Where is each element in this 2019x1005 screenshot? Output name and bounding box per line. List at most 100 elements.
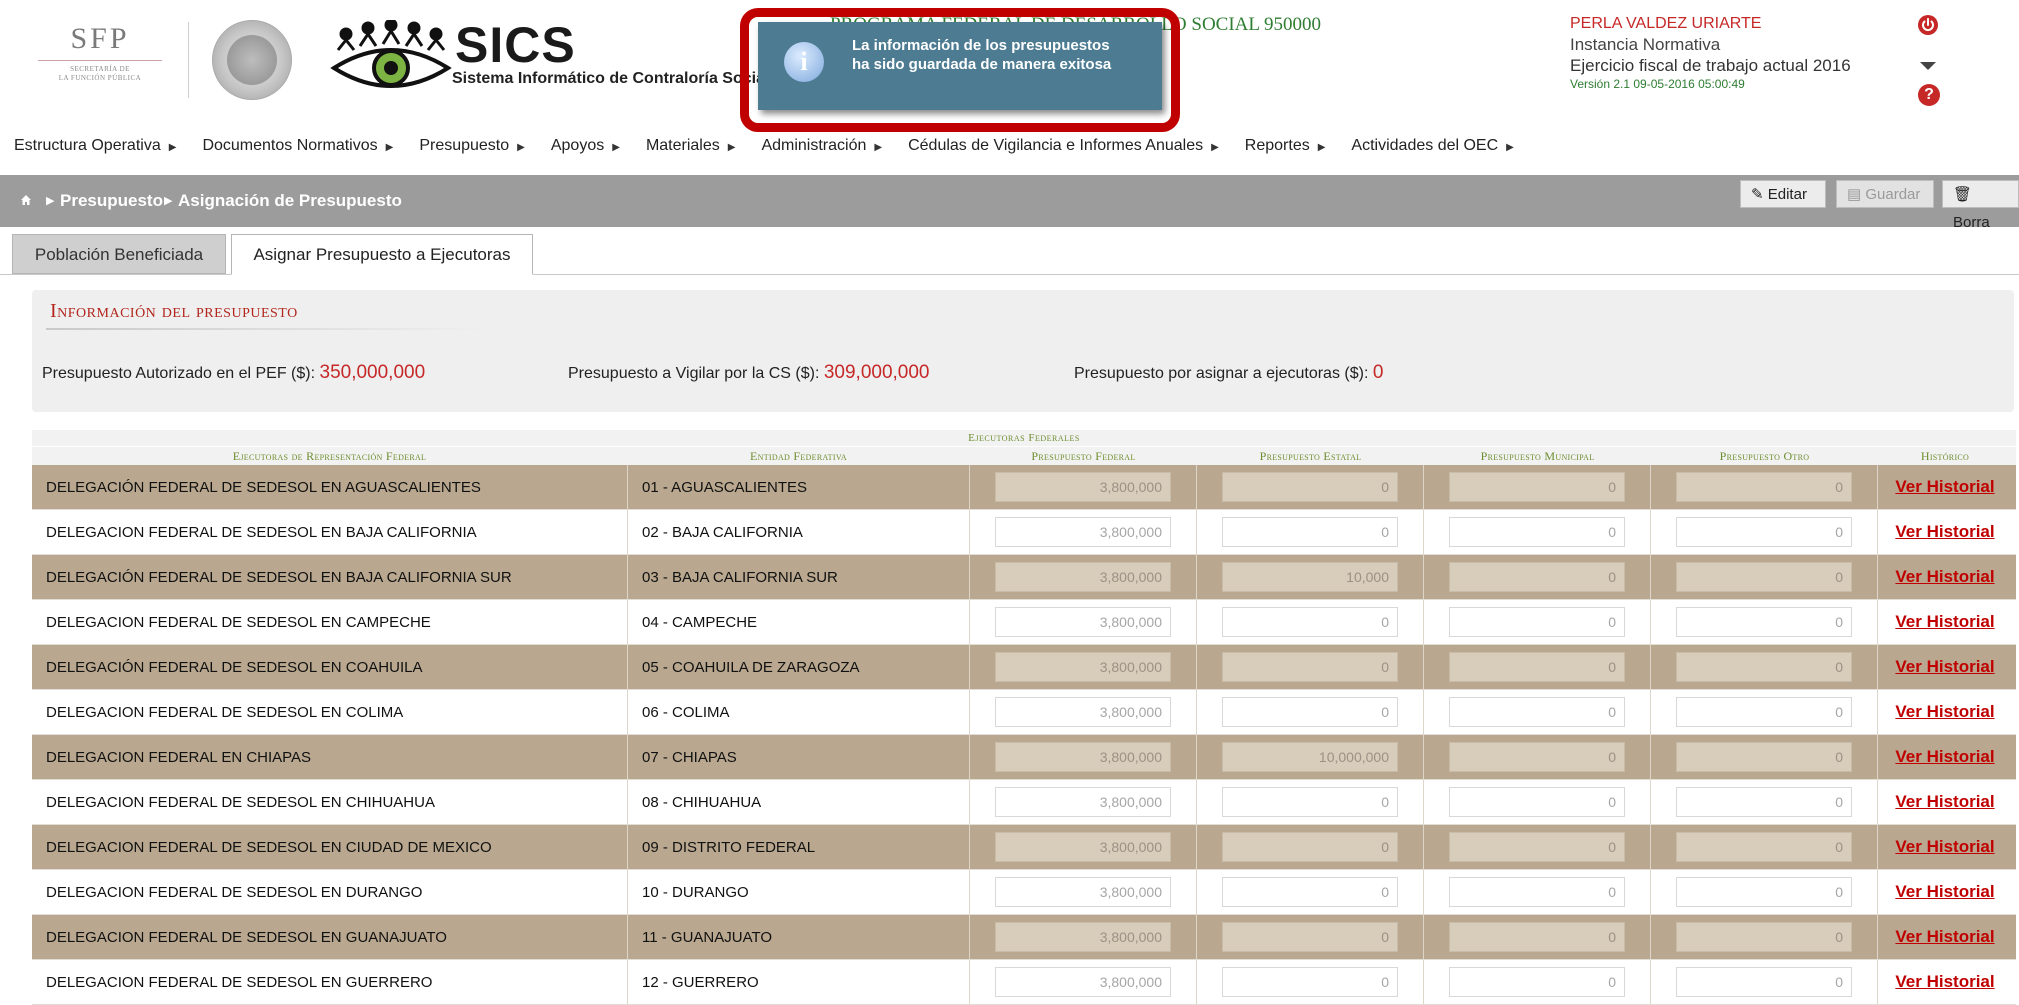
table-row: DELEGACION FEDERAL DE SEDESOL EN CIUDAD … (32, 825, 2016, 870)
presupuesto-estatal-input[interactable] (1222, 922, 1398, 952)
unassigned-budget-value: 0 (1372, 362, 1384, 383)
tab-asignar-presupuesto[interactable]: Asignar Presupuesto a Ejecutoras (231, 234, 533, 275)
presupuesto-estatal-input[interactable] (1222, 472, 1398, 502)
menu-estructura-operativa[interactable]: Estructura Operativa ▶ (14, 137, 176, 155)
presupuesto-estatal-input[interactable] (1222, 877, 1398, 907)
table-header: Ejecutoras de Representación Federal Ent… (32, 447, 2016, 465)
presupuesto-municipal-input[interactable] (1449, 967, 1625, 997)
presupuesto-otro-input[interactable] (1676, 742, 1852, 772)
presupuesto-estatal-input[interactable] (1222, 517, 1398, 547)
presupuesto-otro-input[interactable] (1676, 517, 1852, 547)
menu-arrow-icon: ▶ (1317, 142, 1326, 153)
ejecutora-cell: DELEGACIÓN FEDERAL DE SEDESOL EN AGUASCA… (46, 478, 481, 496)
edit-button[interactable]: ✎ Editar (1740, 180, 1826, 208)
ver-historial-link[interactable]: Ver Historial (1895, 477, 1994, 496)
ver-historial-link[interactable]: Ver Historial (1895, 702, 1994, 721)
presupuesto-estatal-input[interactable] (1222, 832, 1398, 862)
menu-actividades-oec[interactable]: Actividades del OEC ▶ (1351, 137, 1513, 155)
menu-administracion[interactable]: Administración ▶ (761, 137, 882, 155)
presupuesto-federal-input[interactable] (995, 877, 1171, 907)
presupuesto-otro-input[interactable] (1676, 877, 1852, 907)
presupuesto-federal-input[interactable] (995, 517, 1171, 547)
breadcrumb-presupuesto[interactable]: Presupuesto (60, 191, 163, 211)
presupuesto-federal-input[interactable] (995, 787, 1171, 817)
caret-down-icon[interactable] (1920, 62, 1936, 70)
power-icon[interactable] (1917, 14, 1939, 36)
presupuesto-municipal-input[interactable] (1449, 517, 1625, 547)
presupuesto-estatal-input[interactable] (1222, 742, 1398, 772)
presupuesto-estatal-input[interactable] (1222, 967, 1398, 997)
presupuesto-otro-input[interactable] (1676, 472, 1852, 502)
presupuesto-federal-input[interactable] (995, 832, 1171, 862)
presupuesto-municipal-input[interactable] (1449, 652, 1625, 682)
success-toast[interactable]: i La información de los presupuestos ha … (758, 22, 1162, 110)
presupuesto-federal-input[interactable] (995, 922, 1171, 952)
presupuesto-estatal-input[interactable] (1222, 697, 1398, 727)
menu-materiales[interactable]: Materiales ▶ (646, 137, 736, 155)
col-otro: Presupuesto Otro (1719, 449, 1810, 463)
col-historico: Histórico (1920, 449, 1970, 463)
ejecutora-cell: DELEGACION FEDERAL DE SEDESOL EN CHIHUAH… (46, 793, 435, 811)
ver-historial-link[interactable]: Ver Historial (1895, 927, 1994, 946)
table-row: DELEGACION FEDERAL DE SEDESOL EN DURANGO… (32, 870, 2016, 915)
presupuesto-municipal-input[interactable] (1449, 922, 1625, 952)
presupuesto-otro-input[interactable] (1676, 697, 1852, 727)
presupuesto-otro-input[interactable] (1676, 562, 1852, 592)
presupuesto-federal-input[interactable] (995, 607, 1171, 637)
home-icon[interactable] (20, 194, 32, 206)
presupuesto-otro-input[interactable] (1676, 967, 1852, 997)
presupuesto-municipal-input[interactable] (1449, 877, 1625, 907)
entidad-cell: 02 - BAJA CALIFORNIA (627, 510, 970, 554)
ejecutora-cell: DELEGACION FEDERAL DE SEDESOL EN DURANGO (46, 883, 423, 901)
presupuesto-estatal-input[interactable] (1222, 562, 1398, 592)
ver-historial-link[interactable]: Ver Historial (1895, 882, 1994, 901)
presupuesto-municipal-input[interactable] (1449, 832, 1625, 862)
user-info: PERLA VALDEZ URIARTE Instancia Normativa… (1570, 14, 1851, 92)
menu-arrow-icon: ▶ (1211, 142, 1219, 153)
menu-reportes[interactable]: Reportes ▶ (1245, 137, 1326, 155)
save-button[interactable]: ▤ Guardar (1836, 180, 1934, 208)
version-info: Versión 2.1 09-05-2016 05:00:49 (1570, 76, 1745, 91)
sfp-logo-subtitle-1: SECRETARÍA DE (70, 65, 130, 73)
presupuesto-federal-input[interactable] (995, 967, 1171, 997)
presupuesto-municipal-input[interactable] (1449, 607, 1625, 637)
presupuesto-federal-input[interactable] (995, 562, 1171, 592)
ver-historial-link[interactable]: Ver Historial (1895, 657, 1994, 676)
budget-info-title: Información del presupuesto (50, 300, 298, 322)
delete-button[interactable]: 🗑 Borra (1942, 180, 2019, 231)
ver-historial-link[interactable]: Ver Historial (1895, 972, 1994, 991)
entidad-cell: 03 - BAJA CALIFORNIA SUR (627, 555, 970, 599)
presupuesto-otro-input[interactable] (1676, 787, 1852, 817)
presupuesto-estatal-input[interactable] (1222, 607, 1398, 637)
presupuesto-estatal-input[interactable] (1222, 652, 1398, 682)
mexico-seal-logo (212, 20, 292, 100)
menu-presupuesto[interactable]: Presupuesto ▶ (419, 137, 525, 155)
menu-documentos-normativos[interactable]: Documentos Normativos ▶ (202, 137, 393, 155)
presupuesto-otro-input[interactable] (1676, 922, 1852, 952)
table-row: DELEGACIÓN FEDERAL DE SEDESOL EN BAJA CA… (32, 555, 2016, 600)
presupuesto-otro-input[interactable] (1676, 607, 1852, 637)
ver-historial-link[interactable]: Ver Historial (1895, 567, 1994, 586)
tab-poblacion-beneficiada[interactable]: Población Beneficiada (12, 234, 226, 274)
ver-historial-link[interactable]: Ver Historial (1895, 792, 1994, 811)
presupuesto-federal-input[interactable] (995, 697, 1171, 727)
presupuesto-estatal-input[interactable] (1222, 787, 1398, 817)
menu-apoyos[interactable]: Apoyos ▶ (551, 137, 620, 155)
unassigned-budget: Presupuesto por asignar a ejecutoras ($)… (1074, 362, 1384, 383)
presupuesto-municipal-input[interactable] (1449, 697, 1625, 727)
presupuesto-municipal-input[interactable] (1449, 742, 1625, 772)
presupuesto-federal-input[interactable] (995, 742, 1171, 772)
presupuesto-otro-input[interactable] (1676, 832, 1852, 862)
ver-historial-link[interactable]: Ver Historial (1895, 747, 1994, 766)
presupuesto-otro-input[interactable] (1676, 652, 1852, 682)
presupuesto-federal-input[interactable] (995, 652, 1171, 682)
ver-historial-link[interactable]: Ver Historial (1895, 612, 1994, 631)
ver-historial-link[interactable]: Ver Historial (1895, 522, 1994, 541)
menu-cedulas-vigilancia[interactable]: Cédulas de Vigilancia e Informes Anuales… (908, 137, 1219, 155)
presupuesto-federal-input[interactable] (995, 472, 1171, 502)
presupuesto-municipal-input[interactable] (1449, 562, 1625, 592)
help-icon[interactable]: ? (1918, 84, 1940, 106)
ver-historial-link[interactable]: Ver Historial (1895, 837, 1994, 856)
presupuesto-municipal-input[interactable] (1449, 787, 1625, 817)
presupuesto-municipal-input[interactable] (1449, 472, 1625, 502)
